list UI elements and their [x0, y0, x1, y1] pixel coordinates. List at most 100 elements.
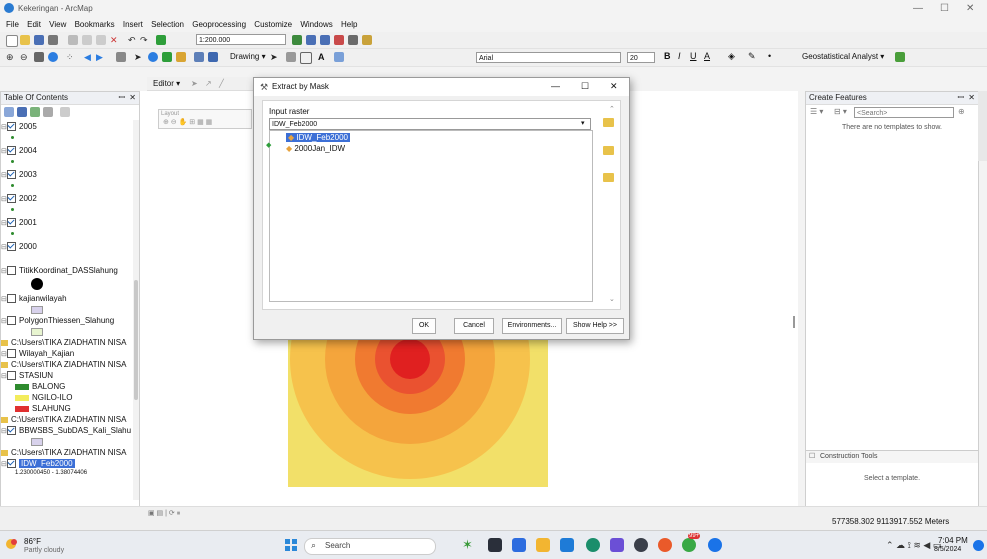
layer-visibility-checkbox[interactable] [7, 122, 16, 132]
toc-layer-item[interactable]: ⊟ 2003 [1, 170, 37, 180]
layer-visibility-checkbox[interactable] [7, 146, 16, 156]
chat-icon[interactable] [512, 538, 526, 552]
whatsapp-icon[interactable]: 99+ [682, 533, 701, 552]
dialog-scrollbar[interactable]: ⌃ ⌄ [609, 105, 617, 305]
list-by-drawing-order-icon[interactable] [4, 107, 14, 117]
layer-visibility-checkbox[interactable] [7, 316, 16, 326]
arcmap-taskbar-icon[interactable]: ✶ [462, 538, 476, 552]
line-color-icon[interactable]: ✎ [748, 51, 756, 62]
weather-widget[interactable] [4, 537, 20, 553]
select-features-icon[interactable] [116, 52, 126, 62]
zoom-out-icon[interactable]: ⊖ [20, 52, 30, 62]
menu-file[interactable]: File [6, 18, 19, 32]
redo-icon[interactable]: ↷ [140, 35, 150, 45]
add-data-icon[interactable] [156, 35, 166, 45]
maximize-icon[interactable]: ☐ [940, 3, 949, 14]
file-explorer-icon[interactable] [536, 538, 550, 552]
picture-icon[interactable] [334, 52, 344, 62]
delete-icon[interactable]: ✕ [110, 35, 120, 45]
toc-layer-item[interactable]: ⊟ BBWSBS_SubDAS_Kali_Slahu [1, 426, 131, 436]
select-elements-icon[interactable]: ➤ [134, 52, 144, 62]
toc-layer-item[interactable]: ⊟ Wilayah_Kajian [1, 349, 74, 359]
font-color-icon[interactable]: A [704, 51, 710, 61]
template-search-input[interactable]: <Search> [854, 107, 954, 118]
notifications-icon[interactable] [973, 540, 984, 551]
show-help-button[interactable]: Show Help >> [566, 318, 624, 334]
camera-icon[interactable] [634, 538, 648, 552]
close-icon[interactable]: ✕ [966, 3, 974, 14]
toc-options-icon[interactable] [60, 107, 70, 117]
environments-button[interactable]: Environments... [502, 318, 562, 334]
scroll-up-icon[interactable]: ⌃ [609, 105, 615, 113]
input-raster-combo[interactable]: IDW_Feb2000 [269, 118, 591, 130]
layout-tools-icon[interactable]: ⊕ ⊖ ✋ ⊞ ▦ ▦ [163, 118, 212, 126]
geostatistical-analyst-menu[interactable]: Geostatistical Analyst ▾ [802, 52, 884, 61]
search-templates-icon[interactable]: ⊕ [958, 107, 965, 116]
dropdown-option-2000jan-idw[interactable]: ◆ 2000Jan_IDW [286, 144, 345, 153]
forward-icon[interactable]: ▶ [96, 52, 106, 62]
rotate-icon[interactable] [286, 52, 296, 62]
edit-vertices-icon[interactable]: ↗ [205, 79, 212, 88]
map-scale-combo[interactable]: 1:200.000 [196, 34, 286, 45]
clock-time[interactable]: 7:04 PM [938, 536, 968, 545]
measure-icon[interactable] [176, 52, 186, 62]
sketch-icon[interactable]: ╱ [219, 79, 224, 88]
layer-visibility-checkbox[interactable] [7, 459, 16, 469]
full-extent-icon[interactable] [48, 52, 58, 62]
text-icon[interactable]: A [318, 52, 328, 62]
menu-edit[interactable]: Edit [27, 18, 41, 32]
layer-visibility-checkbox[interactable] [7, 170, 16, 180]
filter-icon[interactable]: ⊟ ▾ [834, 107, 847, 116]
toc-scrollbar-thumb[interactable] [134, 280, 138, 400]
chrome-icon[interactable] [708, 538, 722, 552]
right-side-dock-tabs[interactable] [978, 91, 987, 161]
menu-geoprocessing[interactable]: Geoprocessing [192, 18, 246, 32]
edge-browser-icon[interactable] [586, 538, 600, 552]
start-menu-icon[interactable] [284, 538, 298, 552]
taskbar-search[interactable]: ⌕ Search [304, 538, 436, 555]
toc-layer-item[interactable]: ⊟ PolygonThiessen_Slahung [1, 316, 114, 326]
bold-icon[interactable]: B [664, 51, 671, 61]
menu-help[interactable]: Help [341, 18, 357, 32]
minimize-icon[interactable]: — [913, 3, 923, 14]
cut-icon[interactable] [68, 35, 78, 45]
menu-insert[interactable]: Insert [123, 18, 143, 32]
list-by-source-icon[interactable] [17, 107, 27, 117]
dialog-close-icon[interactable]: ✕ [610, 81, 618, 92]
menu-customize[interactable]: Customize [254, 18, 292, 32]
pan-icon[interactable] [34, 52, 44, 62]
toc-layer-item[interactable]: ⊟ 2000 [1, 242, 37, 252]
html-popup-icon[interactable] [208, 52, 218, 62]
toc-layer-item[interactable]: ⊟ TitikKoordinat_DASSlahung [1, 266, 118, 276]
toc-layer-item[interactable]: ⊟ kajianwilayah [1, 294, 67, 304]
cancel-button[interactable]: Cancel [454, 318, 494, 334]
toc-layer-item[interactable]: C:\Users\TIKA ZIADHATIN NISA [1, 338, 126, 347]
cf-close-icon[interactable]: ✕ [968, 92, 975, 104]
organize-templates-icon[interactable]: ☰ ▾ [810, 107, 823, 116]
layer-visibility-checkbox[interactable] [7, 371, 16, 381]
layer-visibility-checkbox[interactable] [7, 218, 16, 228]
geostatistical-wizard-icon[interactable] [895, 52, 905, 62]
open-folder-icon[interactable] [20, 35, 30, 45]
task-view-icon[interactable] [488, 538, 502, 552]
firefox-icon[interactable] [658, 538, 672, 552]
menu-view[interactable]: View [49, 18, 66, 32]
layout-tab[interactable]: Layout [161, 111, 179, 117]
toc-scrollbar[interactable] [133, 120, 139, 500]
editor-menu[interactable]: Editor ▾ [153, 79, 180, 88]
find-icon[interactable] [162, 52, 172, 62]
toc-close-icon[interactable]: ✕ [129, 92, 136, 104]
list-by-visibility-icon[interactable] [30, 107, 40, 117]
copy-icon[interactable] [82, 35, 92, 45]
python-window-icon[interactable] [348, 35, 358, 45]
toc-layer-item[interactable]: ⊟ STASIUN [1, 371, 53, 381]
drawing-menu[interactable]: Drawing ▾ [230, 52, 266, 61]
toc-layer-item[interactable]: NGILO-ILO [15, 393, 72, 402]
menu-windows[interactable]: Windows [300, 18, 332, 32]
arctoolbox-icon[interactable] [334, 35, 344, 45]
fixed-zoom-icon[interactable]: ⁘ [66, 52, 76, 62]
toc-layer-item[interactable]: ⊟ 2002 [1, 194, 37, 204]
list-by-selection-icon[interactable] [43, 107, 53, 117]
layer-visibility-checkbox[interactable] [7, 266, 16, 276]
save-icon[interactable] [34, 35, 44, 45]
